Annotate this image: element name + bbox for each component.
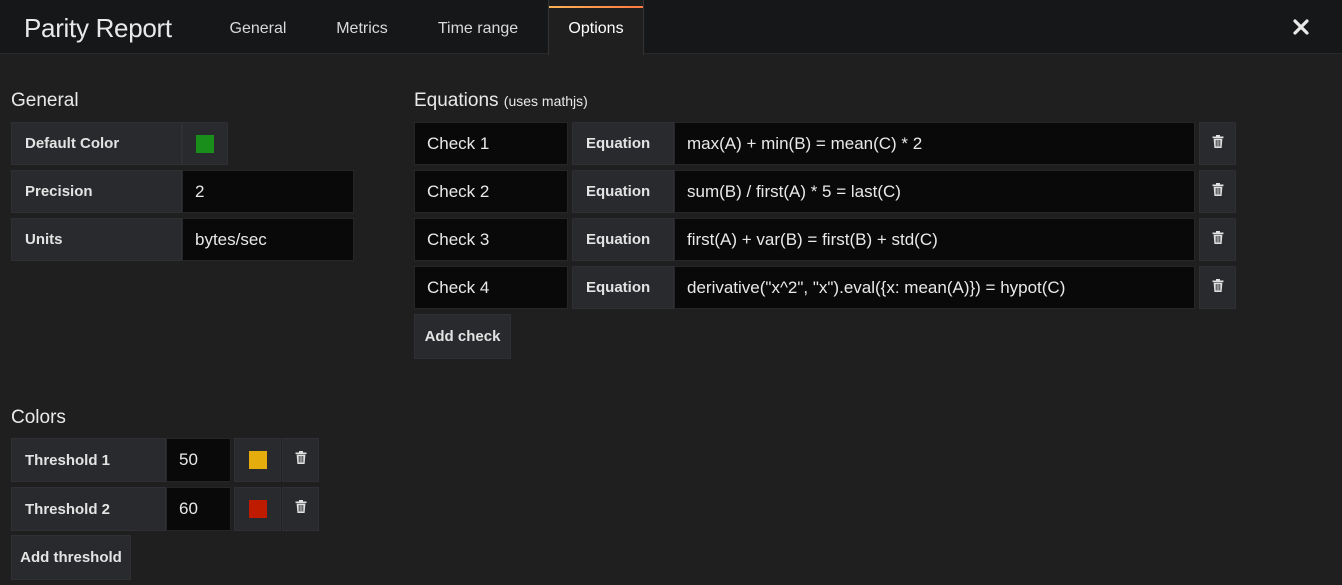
trash-icon	[295, 500, 307, 518]
threshold-color-picker[interactable]	[234, 438, 281, 482]
add-check-button[interactable]: Add check	[414, 314, 511, 359]
delete-threshold-button[interactable]	[282, 438, 319, 482]
threshold-label: Threshold 1	[11, 438, 166, 482]
check-name-input[interactable]: Check 4	[414, 266, 568, 309]
colors-section-title: Colors	[11, 407, 66, 428]
check-name-input[interactable]: Check 1	[414, 122, 568, 165]
precision-label: Precision	[11, 170, 182, 213]
threshold-color-swatch[interactable]	[248, 500, 267, 518]
equation-input[interactable]: sum(B) / first(A) * 5 = last(C)	[674, 170, 1195, 213]
equations-subtitle: (uses mathjs)	[503, 93, 588, 109]
threshold-label: Threshold 2	[11, 487, 166, 531]
equation-label: Equation	[572, 122, 674, 165]
delete-threshold-button[interactable]	[282, 487, 319, 531]
header-bar: Parity Report General Metrics Time range…	[0, 0, 1342, 55]
equation-input[interactable]: first(A) + var(B) = first(B) + std(C)	[674, 218, 1195, 261]
check-name-input[interactable]: Check 3	[414, 218, 568, 261]
threshold-color-picker[interactable]	[234, 487, 281, 531]
trash-icon	[1212, 182, 1224, 201]
equation-input[interactable]: derivative("x^2", "x").eval({x: mean(A)}…	[674, 266, 1195, 309]
precision-input[interactable]: 2	[182, 170, 354, 213]
tab-time-range[interactable]: Time range	[420, 0, 536, 54]
units-input[interactable]: bytes/sec	[182, 218, 354, 261]
close-icon[interactable]	[1290, 16, 1312, 38]
tab-general[interactable]: General	[212, 0, 304, 54]
equations-title: Equations	[414, 90, 499, 111]
trash-icon	[295, 451, 307, 469]
default-color-swatch[interactable]	[196, 134, 214, 153]
equations-section-title: Equations (uses mathjs)	[414, 90, 588, 112]
default-color-picker[interactable]	[182, 122, 228, 165]
page-title: Parity Report	[24, 13, 172, 43]
equation-label: Equation	[572, 218, 674, 261]
default-color-label: Default Color	[11, 122, 182, 165]
equation-label: Equation	[572, 266, 674, 309]
check-name-input[interactable]: Check 2	[414, 170, 568, 213]
add-threshold-button[interactable]: Add threshold	[11, 535, 131, 580]
delete-check-button[interactable]	[1199, 122, 1236, 165]
trash-icon	[1212, 278, 1224, 297]
units-label: Units	[11, 218, 182, 261]
delete-check-button[interactable]	[1199, 218, 1236, 261]
equation-label: Equation	[572, 170, 674, 213]
delete-check-button[interactable]	[1199, 170, 1236, 213]
threshold-value-input[interactable]: 60	[166, 487, 231, 531]
general-section-title: General	[11, 90, 79, 111]
tab-metrics[interactable]: Metrics	[318, 0, 406, 54]
threshold-color-swatch[interactable]	[248, 451, 267, 469]
trash-icon	[1212, 134, 1224, 153]
tab-options[interactable]: Options	[548, 0, 644, 55]
delete-check-button[interactable]	[1199, 266, 1236, 309]
trash-icon	[1212, 230, 1224, 249]
threshold-value-input[interactable]: 50	[166, 438, 231, 482]
equation-input[interactable]: max(A) + min(B) = mean(C) * 2	[674, 122, 1195, 165]
